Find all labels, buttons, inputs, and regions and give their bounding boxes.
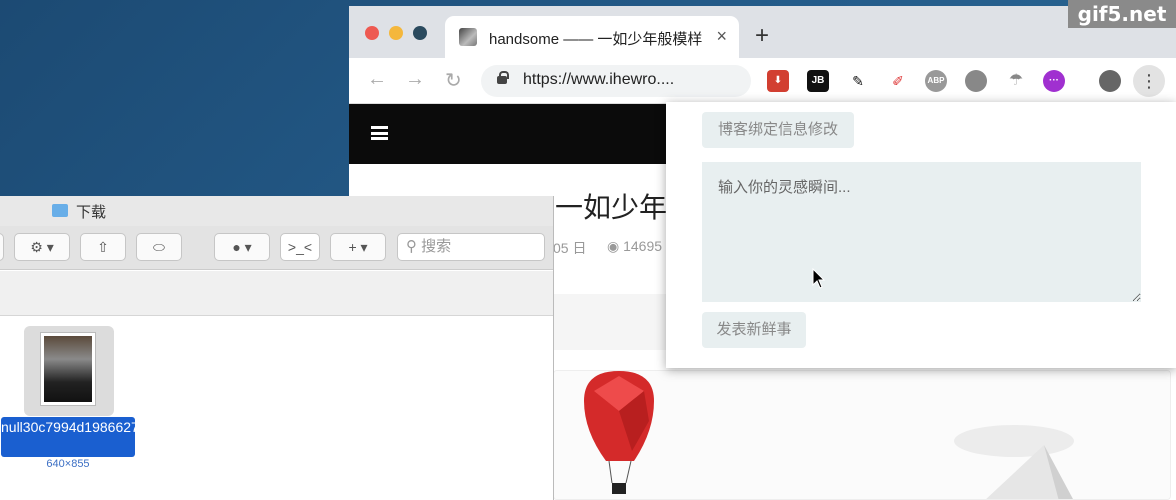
edit-blog-info-button[interactable]: 博客绑定信息修改	[702, 112, 854, 148]
publish-button[interactable]: 发表新鲜事	[702, 312, 806, 348]
mouse-cursor-icon	[812, 268, 826, 289]
minimize-window-button[interactable]	[389, 26, 403, 40]
finder-search-input[interactable]: ⚲ 搜索	[397, 233, 545, 261]
new-tab-button[interactable]: +	[755, 22, 769, 50]
tag-button[interactable]: ⬭	[136, 233, 182, 261]
plus-icon: +	[348, 239, 357, 255]
inspiration-input[interactable]	[702, 162, 1141, 302]
translate-extension-icon[interactable]: ✎	[847, 70, 869, 92]
browser-toolbar: ← → ↻ https://www.ihewro.... ★ ⬇ JB ✎ ✐ …	[349, 58, 1176, 104]
close-window-button[interactable]	[365, 26, 379, 40]
file-dimensions: 640×855	[46, 458, 90, 470]
nut-extension-button[interactable]: ● ▾	[214, 233, 270, 261]
browser-menu-button[interactable]: ⋮	[1133, 65, 1165, 97]
hot-air-balloon-illustration	[554, 371, 1170, 499]
color-picker-extension-icon[interactable]: ✐	[887, 70, 909, 92]
lock-icon	[497, 71, 509, 84]
address-bar[interactable]: https://www.ihewro.... ★	[481, 65, 869, 97]
eye-icon: ◉	[607, 238, 624, 254]
tab-active[interactable]: handsome —— 一如少年般模样 ×	[445, 16, 739, 58]
new-item-button[interactable]: + ▾	[330, 233, 386, 261]
profile-avatar[interactable]	[1099, 70, 1121, 92]
finder-toolbar: ⚙ ▾ ⇧ ⬭ ● ▾ >_< + ▾ ⚲ 搜索	[0, 226, 553, 270]
finder-titlebar: 下载	[0, 196, 553, 226]
menu-icon[interactable]	[371, 126, 388, 140]
folder-icon	[52, 204, 68, 217]
download-extension-icon[interactable]: ⬇	[767, 70, 789, 92]
view-button[interactable]	[0, 233, 4, 261]
tab-title: handsome —— 一如少年般模样	[489, 31, 703, 48]
finder-window: 下载 ⚙ ▾ ⇧ ⬭ ● ▾ >_< + ▾ ⚲ 搜索 null30c7994d…	[0, 196, 554, 500]
zoom-window-button[interactable]	[413, 26, 427, 40]
watermark-logo: gif5.net	[1068, 0, 1176, 28]
share-button[interactable]: ⇧	[80, 233, 126, 261]
extension-popup: 博客绑定信息修改 发表新鲜事	[666, 102, 1176, 368]
url-text: https://www.ihewro....	[523, 71, 675, 88]
post-views: ◉ 14695	[607, 238, 662, 255]
adblock-extension-icon[interactable]: ABP	[925, 70, 947, 92]
hero-illustration	[553, 370, 1171, 500]
reload-button[interactable]: ↻	[445, 68, 462, 93]
jetbrains-extension-icon[interactable]: JB	[807, 70, 829, 92]
photo-preview-image	[44, 336, 92, 402]
action-gear-button[interactable]: ⚙ ▾	[14, 233, 70, 261]
parachute-extension-icon[interactable]: ☂	[1005, 70, 1027, 92]
back-button[interactable]: ←	[367, 68, 387, 91]
forward-button[interactable]: →	[405, 68, 425, 91]
purple-extension-icon[interactable]: ···	[1043, 70, 1065, 92]
file-name-label[interactable]: null30c7994d19866271_..._3_36.jpg	[1, 417, 228, 457]
finder-header-strip	[0, 271, 553, 316]
search-placeholder: 搜索	[421, 238, 452, 255]
gray-circle-extension-icon[interactable]	[965, 70, 987, 92]
tab-strip: handsome —— 一如少年般模样 × +	[349, 6, 1176, 58]
finder-title: 下载	[76, 204, 107, 221]
site-favicon-icon	[459, 28, 477, 46]
post-date: 05 日	[553, 240, 587, 256]
file-thumbnail[interactable]	[40, 332, 96, 406]
views-count: 14695	[623, 238, 663, 254]
tab-close-icon[interactable]: ×	[716, 26, 727, 47]
post-title: 一如少年	[555, 192, 668, 223]
terminal-button[interactable]: >_<	[280, 233, 320, 261]
search-icon: ⚲	[406, 238, 422, 255]
